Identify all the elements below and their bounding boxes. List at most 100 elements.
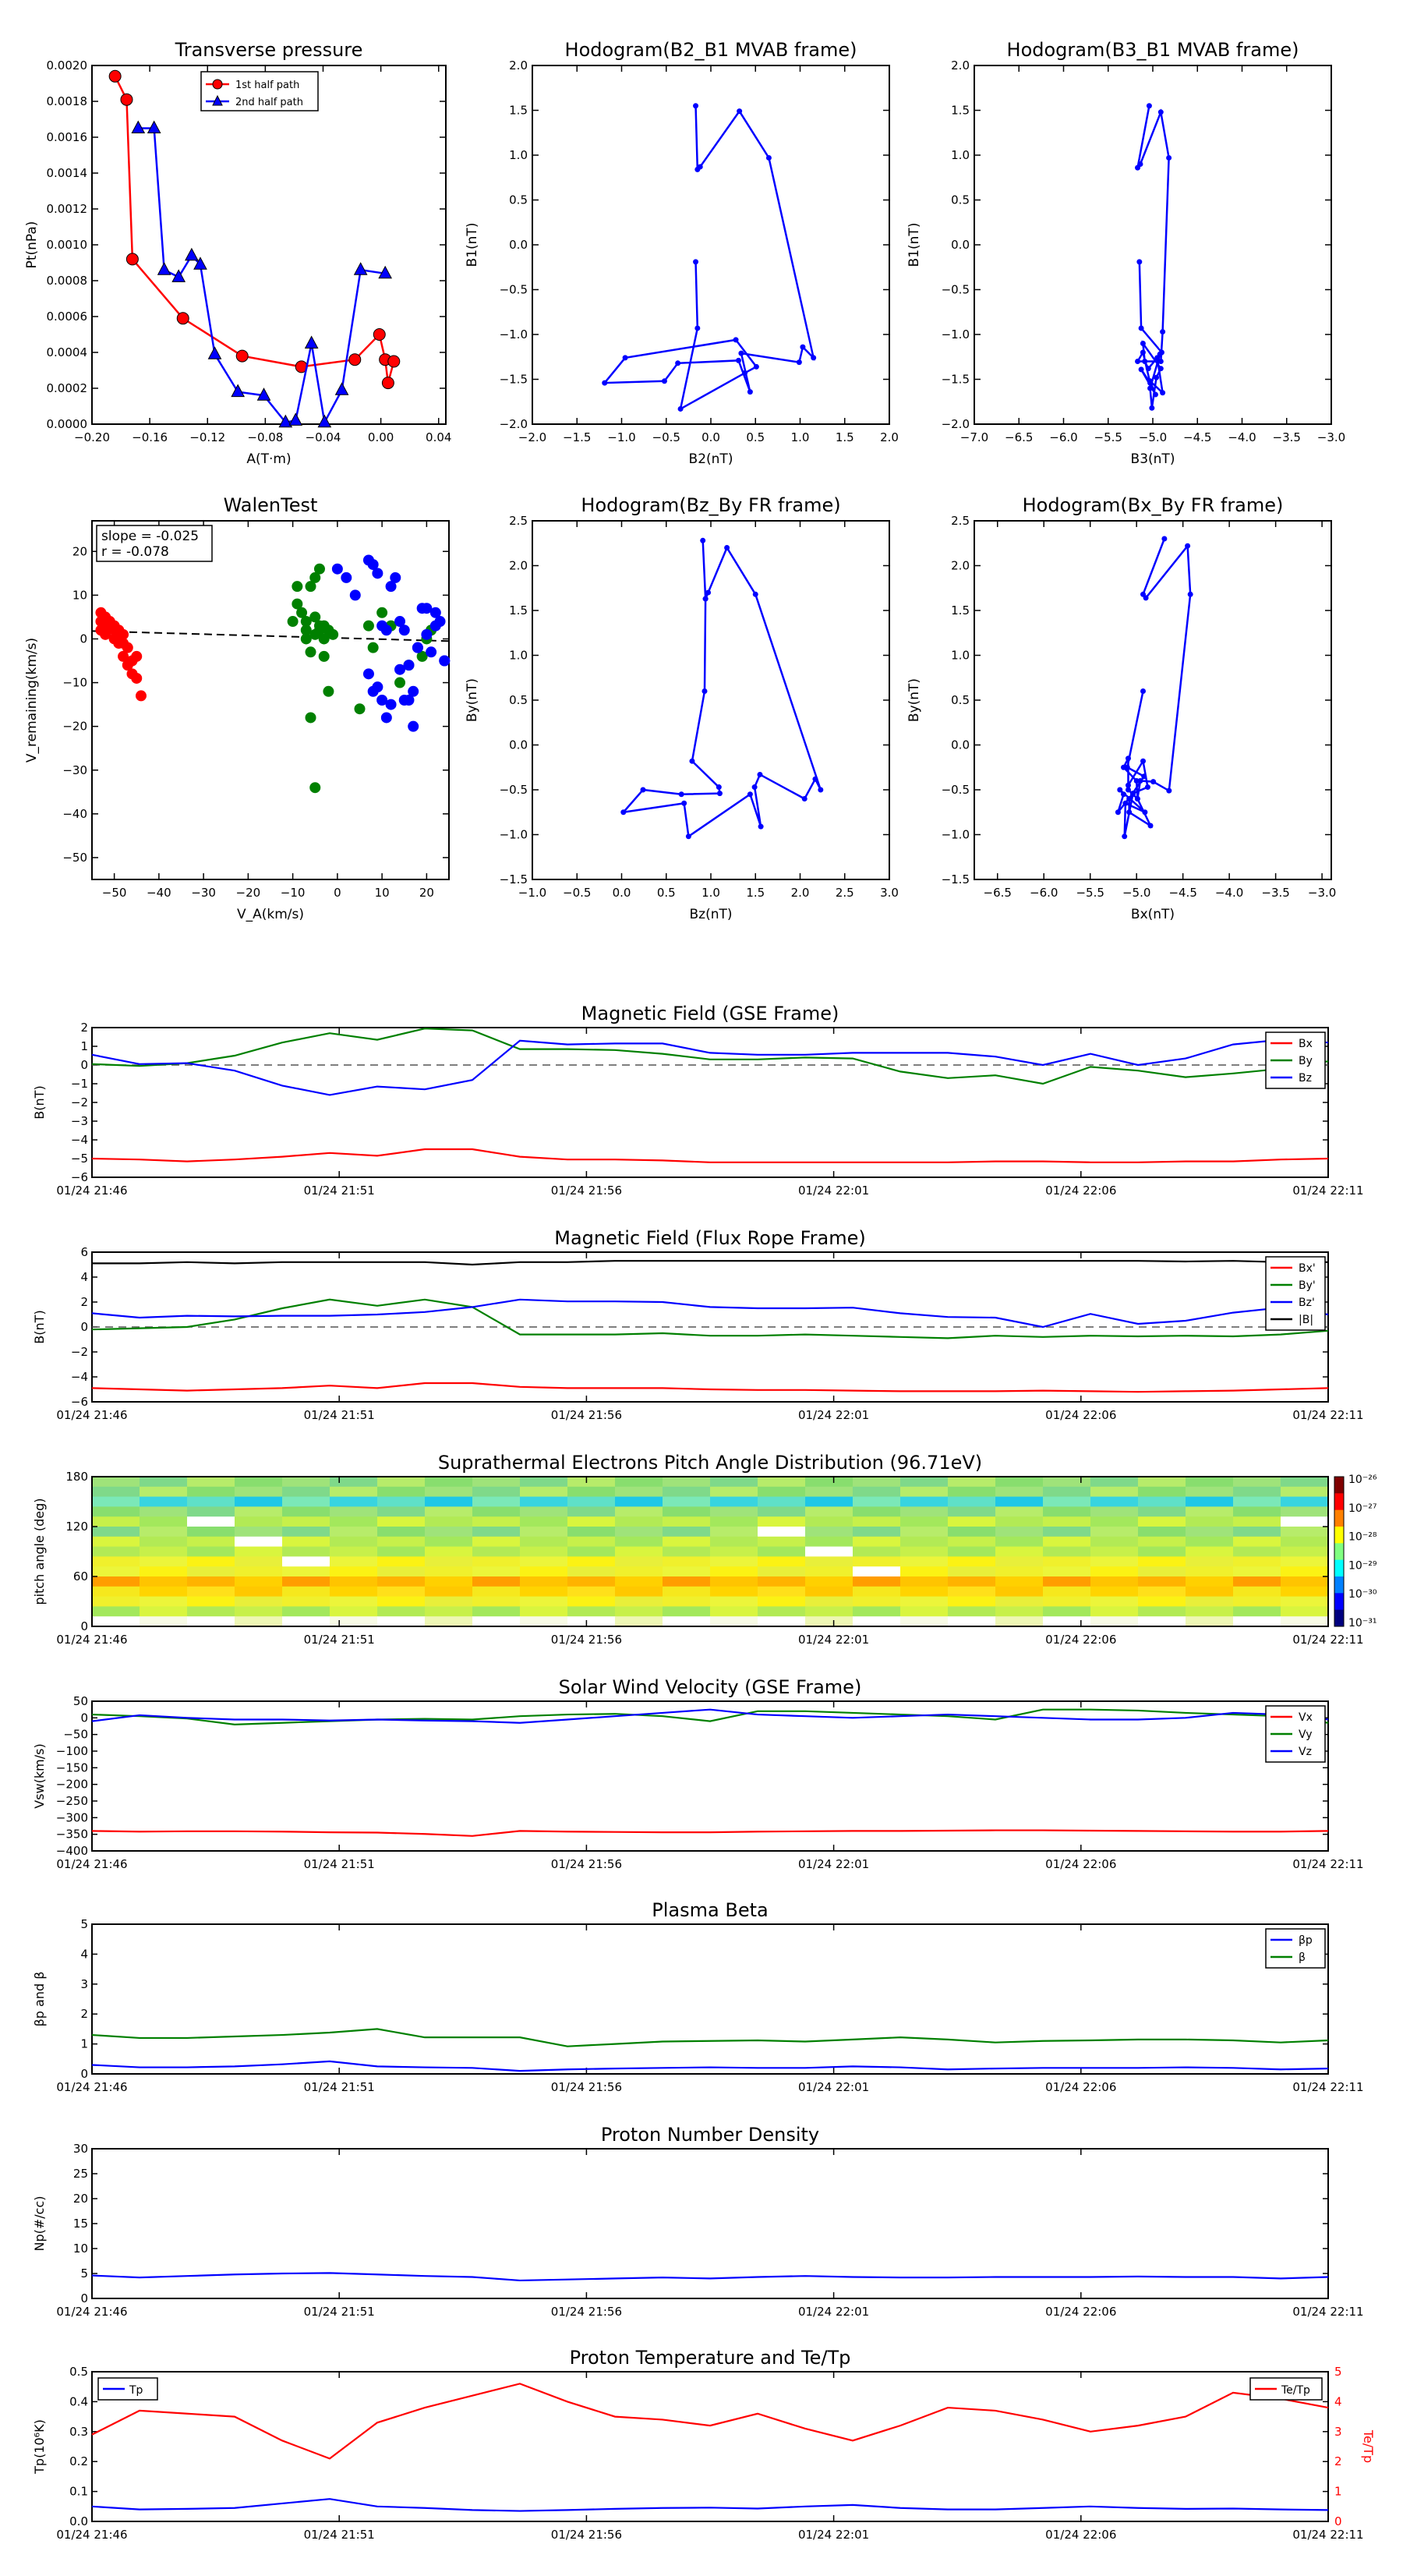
y-right-tick-label: 4 <box>1334 2394 1342 2408</box>
heatmap-cell <box>1186 1566 1234 1577</box>
heatmap-cell <box>92 1477 140 1488</box>
heatmap-cell <box>140 1486 188 1498</box>
x-tick-label: 01/24 21:51 <box>304 2080 375 2094</box>
heatmap-cell <box>758 1606 806 1617</box>
heatmap-cell <box>520 1536 568 1548</box>
heatmap-cell <box>1138 1616 1186 1627</box>
heatmap-cell <box>995 1606 1044 1617</box>
heatmap-cell <box>1281 1527 1329 1537</box>
y-tick-label: −0.5 <box>942 283 970 297</box>
heatmap-cell <box>663 1586 711 1598</box>
heatmap-cell <box>425 1556 473 1567</box>
heatmap-cell <box>472 1546 521 1557</box>
y-tick-label: 1.5 <box>509 603 528 617</box>
heatmap-cell <box>92 1576 140 1587</box>
y-tick-label: −400 <box>56 1844 88 1858</box>
y-tick-label: 0.0016 <box>47 130 88 144</box>
heatmap-cell <box>1043 1586 1091 1598</box>
data-point <box>408 685 419 697</box>
heatmap-cell <box>140 1506 188 1517</box>
x-tick-label: 01/24 22:11 <box>1292 1408 1363 1422</box>
x-tick-label: −6.5 <box>984 886 1012 900</box>
y-right-tick-label: 1 <box>1334 2485 1342 2499</box>
y-tick-label: −1.0 <box>942 828 970 842</box>
heatmap-cell <box>235 1546 283 1557</box>
y-tick-label: 0.0 <box>951 738 970 752</box>
heatmap-cell <box>995 1596 1044 1607</box>
colorbar-segment <box>1334 1559 1344 1577</box>
x-tick-label: 01/24 22:11 <box>1292 1857 1363 1871</box>
heatmap-cell <box>853 1556 901 1567</box>
chart-title: Plasma Beta <box>652 1899 768 1921</box>
heatmap-cell <box>187 1596 235 1607</box>
heatmap-cell <box>805 1606 853 1617</box>
x-tick-label: −0.20 <box>74 430 110 444</box>
data-point <box>747 389 753 395</box>
annotation-text: r = -0.078 <box>101 544 169 560</box>
heatmap-cell <box>1186 1516 1234 1527</box>
heatmap-cell <box>330 1556 378 1567</box>
heatmap-cell <box>900 1616 949 1627</box>
x-tick-label: 01/24 22:11 <box>1292 2528 1363 2542</box>
x-tick-label: −1.0 <box>607 430 635 444</box>
data-point <box>800 344 806 350</box>
heatmap-cell <box>377 1506 426 1517</box>
heatmap-cell <box>330 1586 378 1598</box>
heatmap-cell <box>758 1496 806 1507</box>
heatmap-cell <box>1043 1477 1091 1488</box>
x-tick-label: 01/24 21:56 <box>551 2528 622 2542</box>
heatmap-cell <box>187 1486 235 1498</box>
heatmap-cell <box>235 1486 283 1498</box>
heatmap-cell <box>995 1556 1044 1567</box>
data-point <box>812 776 818 782</box>
heatmap-cell <box>425 1596 473 1607</box>
x-tick-label: 01/24 21:56 <box>551 1408 622 1422</box>
heatmap-cell <box>948 1606 996 1617</box>
y-tick-label: −1.0 <box>500 327 528 341</box>
data-point <box>288 412 303 426</box>
heatmap-cell <box>900 1606 949 1617</box>
y-tick-label: 4 <box>80 1947 88 1961</box>
heatmap-cell <box>1138 1596 1186 1607</box>
x-tick-label: 01/24 21:51 <box>304 1633 375 1647</box>
x-tick-label: 3.0 <box>880 886 899 900</box>
heatmap-cell <box>140 1606 188 1617</box>
x-tick-label: 01/24 21:46 <box>56 1633 127 1647</box>
y-tick-label: 1.5 <box>951 603 970 617</box>
data-point <box>1121 791 1127 798</box>
heatmap-cell <box>520 1506 568 1517</box>
data-point <box>735 357 741 363</box>
heatmap-cell <box>1138 1527 1186 1537</box>
heatmap-cell <box>282 1536 330 1548</box>
data-point <box>1161 536 1168 542</box>
heatmap-cell <box>425 1486 473 1498</box>
heatmap-cell <box>805 1546 853 1557</box>
y-tick-label: −4 <box>71 1133 88 1147</box>
data-point <box>737 108 743 115</box>
heatmap-cell <box>330 1527 378 1537</box>
data-point <box>331 563 343 575</box>
heatmap-cell <box>1233 1596 1281 1607</box>
heatmap-cell <box>377 1606 426 1617</box>
x-tick-label: 0.04 <box>426 430 451 444</box>
data-point <box>751 784 758 791</box>
x-tick-label: −1.5 <box>563 430 591 444</box>
data-point <box>300 633 312 645</box>
heatmap-cell <box>995 1616 1044 1627</box>
heatmap-cell <box>805 1556 853 1567</box>
heatmap-cell <box>615 1536 663 1548</box>
x-tick-label: 1.0 <box>791 430 810 444</box>
colorbar-segment <box>1334 1576 1344 1594</box>
x-tick-label: 01/24 22:06 <box>1045 1408 1116 1422</box>
heatmap-cell <box>472 1527 521 1537</box>
heatmap-cell <box>1138 1556 1186 1567</box>
heatmap-cell <box>282 1496 330 1507</box>
y-tick-label: 0.5 <box>509 193 528 207</box>
y-tick-label: −6 <box>71 1170 88 1184</box>
colorbar: 10⁻²⁶ 10⁻²⁷ 10⁻²⁸ 10⁻²⁹ 10⁻³⁰ 10⁻³¹ <box>1334 1474 1377 1629</box>
heatmap-cell <box>615 1496 663 1507</box>
heatmap-cell <box>995 1516 1044 1527</box>
heatmap-cell <box>1233 1536 1281 1548</box>
chart-title: Hodogram(B2_B1 MVAB frame) <box>565 39 857 61</box>
heatmap-cell <box>1186 1596 1234 1607</box>
